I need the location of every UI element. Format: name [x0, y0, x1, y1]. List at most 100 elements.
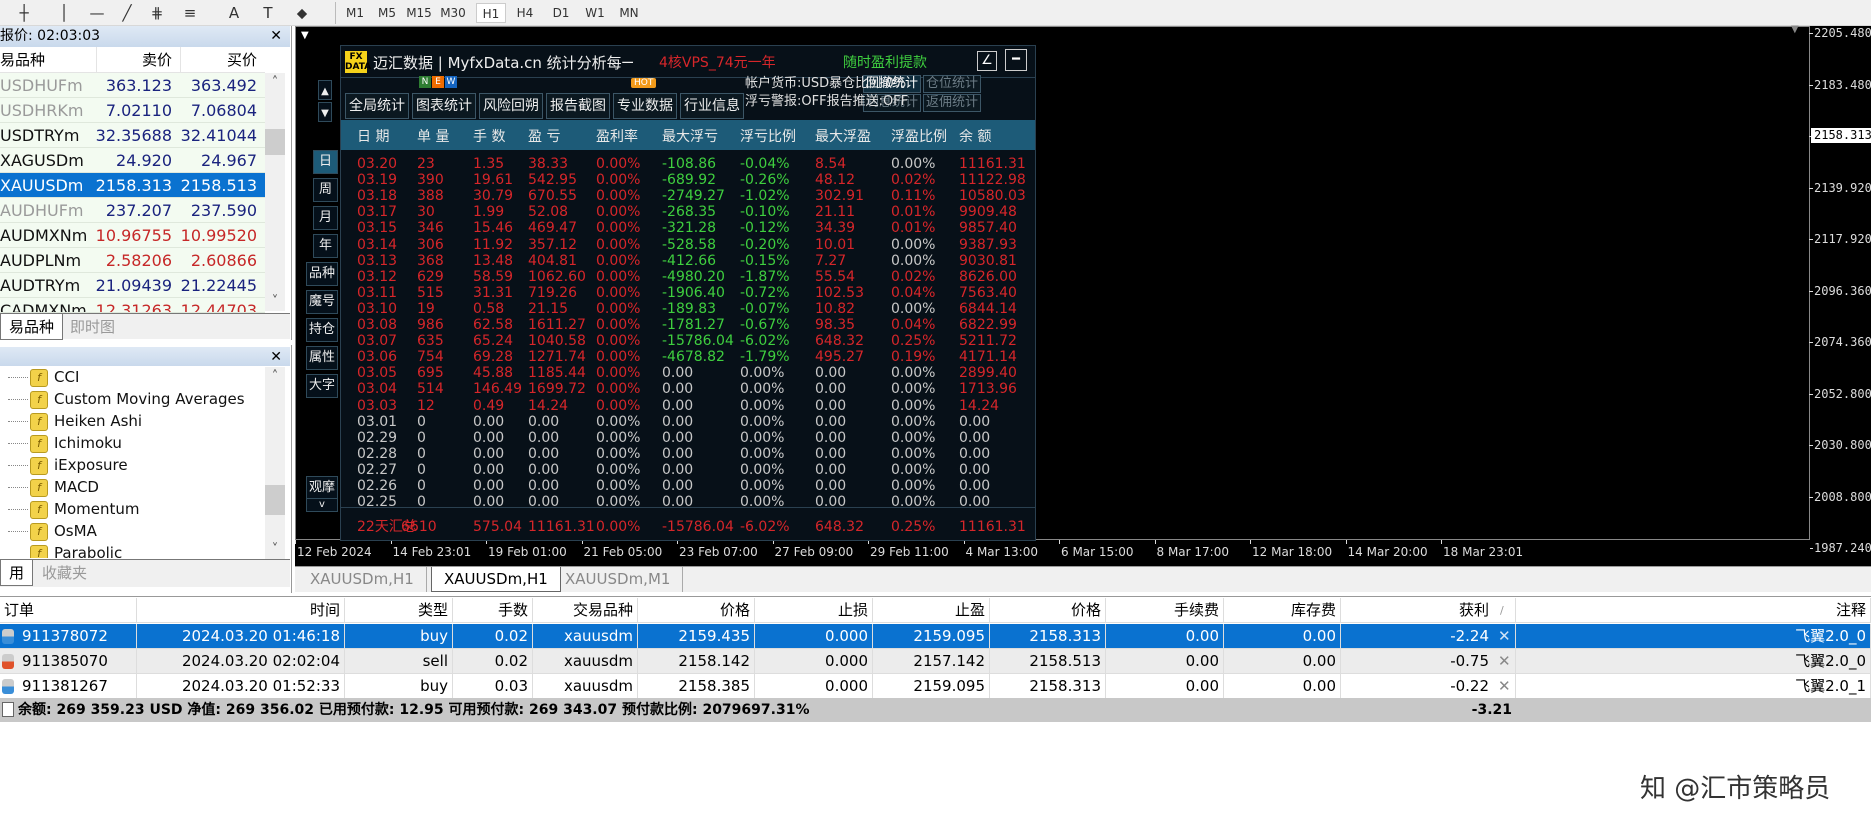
scroll-up-button[interactable]: ▲: [318, 80, 332, 100]
chart-menu-icon[interactable]: ▼: [301, 30, 309, 41]
daily-stat-row[interactable]: 03.15 346 15.46 469.47 0.00% -321.28 -0.12% 34.…: [341, 220, 1035, 236]
shift-marker-icon[interactable]: ▼: [1791, 24, 1799, 35]
indicator-item[interactable]: f Ichimoku: [8, 432, 122, 454]
col-bid[interactable]: 卖价: [96, 47, 180, 73]
chart-tab[interactable]: XAUUSDm,H1: [431, 567, 561, 592]
symbol-row[interactable]: AUDMXNm 10.96755 10.99520: [0, 223, 265, 248]
daily-stat-row[interactable]: 02.27 0 0.00 0.00 0.00% 0.00 0.00% 0.00 0.00% 0.0…: [341, 462, 1035, 478]
timeframe-m15[interactable]: M15: [404, 3, 434, 23]
column-header[interactable]: 最大浮盈: [815, 126, 871, 146]
column-header[interactable]: 浮盈比例: [891, 126, 947, 146]
timeframe-d1[interactable]: D1: [546, 3, 576, 23]
column-header[interactable]: 价格: [638, 598, 755, 623]
timeframe-m1[interactable]: M1: [340, 3, 370, 23]
indicator-item[interactable]: f OsMA: [8, 520, 97, 542]
indicator-item[interactable]: f Custom Moving Averages: [8, 388, 245, 410]
column-header[interactable]: 时间: [137, 598, 345, 623]
vertical-line-tool-icon[interactable]: │: [52, 3, 76, 23]
text-label-tool-icon[interactable]: T: [256, 3, 280, 23]
daily-stat-row[interactable]: 03.10 19 0.58 21.15 0.00% -189.83 -0.07% 10.82 0…: [341, 301, 1035, 317]
fx-button[interactable]: 专业数据: [613, 93, 677, 119]
indicator-item[interactable]: f Momentum: [8, 498, 139, 520]
col-symbol[interactable]: 易品种: [0, 47, 96, 73]
fx-stat-button[interactable]: 仓位统计: [923, 75, 982, 93]
minimize-icon[interactable]: ━: [1005, 49, 1027, 71]
column-header[interactable]: 获利: [1341, 598, 1516, 623]
daily-stat-row[interactable]: 03.04 514 146.49 1699.72 0.00% 0.00 0.00% 0.00 0…: [341, 381, 1035, 397]
timeframe-m30[interactable]: M30: [438, 3, 468, 23]
tab-common[interactable]: 用: [0, 560, 34, 586]
symbol-row[interactable]: USDHRKm 7.02110 7.06804: [0, 98, 265, 123]
trendline-tool-icon[interactable]: ╱: [115, 3, 139, 23]
symbol-row[interactable]: CADMXNm 12.31263 12.44703: [0, 298, 265, 313]
symbol-row[interactable]: XAUUSDm 2158.313 2158.513: [0, 173, 265, 198]
more-button[interactable]: v: [306, 498, 338, 512]
indicator-item[interactable]: f CCI: [8, 366, 79, 388]
close-icon[interactable]: ✕: [270, 347, 282, 368]
symbol-row[interactable]: USDHUFm 363.123 363.492: [0, 73, 265, 98]
close-icon[interactable]: ✕: [270, 26, 282, 47]
daily-stat-row[interactable]: 03.05 695 45.88 1185.44 0.00% 0.00 0.00% 0.00 0.…: [341, 365, 1035, 381]
scroll-down-button[interactable]: ▼: [318, 102, 332, 122]
column-header[interactable]: 手 数: [473, 126, 505, 146]
column-header[interactable]: 手续费: [1106, 598, 1224, 623]
symbol-row[interactable]: AUDHUFm 237.207 237.590: [0, 198, 265, 223]
symbol-row[interactable]: AUDPLNm 2.58206 2.60866: [0, 248, 265, 273]
column-header[interactable]: 止损: [755, 598, 873, 623]
close-order-icon[interactable]: ✕: [1494, 649, 1514, 674]
daily-stat-row[interactable]: 03.12 629 58.59 1062.60 0.00% -4980.20 -1.87% 5…: [341, 269, 1035, 285]
fx-button[interactable]: 全局统计: [345, 93, 409, 119]
daily-stat-row[interactable]: 03.18 388 30.79 670.55 0.00% -2749.27 -1.02% 30…: [341, 188, 1035, 204]
withdraw-promo-link[interactable]: 随时盈利提款: [843, 52, 927, 72]
fibo-levels-tool-icon[interactable]: ≡: [178, 3, 202, 23]
fx-button[interactable]: 报告截图: [546, 93, 610, 119]
scrollbar[interactable]: ˄ ˅: [265, 367, 285, 559]
fx-button[interactable]: 风险回朔: [479, 93, 543, 119]
scrollbar[interactable]: ˄ ˅: [265, 73, 285, 311]
arrows-tool-icon[interactable]: ⬥: [290, 3, 314, 23]
column-header[interactable]: 库存费: [1224, 598, 1341, 623]
daily-stat-row[interactable]: 03.19 390 19.61 542.95 0.00% -689.92 -0.26% 48.…: [341, 172, 1035, 188]
period-button[interactable]: 大字: [306, 374, 338, 398]
daily-stat-row[interactable]: 03.13 368 13.48 404.81 0.00% -412.66 -0.15% 7.2…: [341, 253, 1035, 269]
tab-symbols[interactable]: 易品种: [0, 314, 64, 340]
scroll-up-icon[interactable]: ˄: [265, 369, 285, 384]
fibonacci-tool-icon[interactable]: ⋕: [145, 3, 169, 23]
daily-stat-row[interactable]: 03.14 306 11.92 357.12 0.00% -528.58 -0.20% 10.…: [341, 237, 1035, 253]
period-button[interactable]: 属性: [306, 346, 338, 370]
daily-stat-row[interactable]: 03.17 30 1.99 52.08 0.00% -268.35 -0.10% 21.11 0…: [341, 204, 1035, 220]
text-tool-icon[interactable]: A: [222, 3, 246, 23]
symbol-row[interactable]: AUDTRYm 21.09439 21.22445: [0, 273, 265, 298]
timeframe-w1[interactable]: W1: [580, 3, 610, 23]
timeframe-h1[interactable]: H1: [476, 3, 506, 23]
timeframe-mn[interactable]: MN: [614, 3, 644, 23]
column-header[interactable]: 最大浮亏: [662, 126, 718, 146]
horizontal-line-tool-icon[interactable]: —: [85, 3, 109, 23]
daily-stat-row[interactable]: 03.20 23 1.35 38.33 0.00% -108.86 -0.04% 8.54 0.…: [341, 156, 1035, 172]
column-header[interactable]: 浮亏比例: [740, 126, 796, 146]
order-row[interactable]: 911381267 2024.03.20 01:52:33 buy 0.03 xauus…: [0, 674, 1871, 699]
daily-stat-row[interactable]: 03.03 12 0.49 14.24 0.00% 0.00 0.00% 0.00 0.00% 1…: [341, 398, 1035, 414]
scroll-down-icon[interactable]: ˅: [265, 542, 285, 557]
daily-stat-row[interactable]: 02.26 0 0.00 0.00 0.00% 0.00 0.00% 0.00 0.00% 0.0…: [341, 478, 1035, 494]
column-header[interactable]: 日 期: [357, 126, 389, 146]
scroll-thumb[interactable]: [265, 129, 285, 155]
daily-stat-row[interactable]: 03.11 515 31.31 719.26 0.00% -1906.40 -0.72% 10…: [341, 285, 1035, 301]
period-button[interactable]: 周: [313, 178, 338, 202]
chart-tab[interactable]: XAUUSDm,H1: [298, 567, 427, 592]
watch-button[interactable]: 观摩: [306, 476, 338, 500]
column-header[interactable]: 盈利率: [596, 126, 638, 146]
chart-tab[interactable]: XAUUSDm,M1: [553, 567, 684, 592]
column-header[interactable]: 单 量: [417, 126, 449, 146]
period-button[interactable]: 持仓: [306, 318, 338, 342]
indicator-item[interactable]: f Parabolic: [30, 542, 122, 558]
fx-button[interactable]: 行业信息: [680, 93, 744, 119]
order-row[interactable]: 911385070 2024.03.20 02:02:04 sell 0.02 xauu…: [0, 649, 1871, 674]
scroll-up-icon[interactable]: ˄: [265, 75, 285, 90]
daily-stat-row[interactable]: 03.01 0 0.00 0.00 0.00% 0.00 0.00% 0.00 0.00% 0.0…: [341, 414, 1035, 430]
close-order-icon[interactable]: ✕: [1494, 674, 1514, 699]
daily-stat-row[interactable]: 03.06 754 69.28 1271.74 0.00% -4678.82 -1.79% 4…: [341, 349, 1035, 365]
column-header[interactable]: 注释: [1516, 598, 1871, 623]
fx-stat-button[interactable]: 返佣统计: [923, 94, 982, 112]
column-header[interactable]: 类型: [345, 598, 453, 623]
